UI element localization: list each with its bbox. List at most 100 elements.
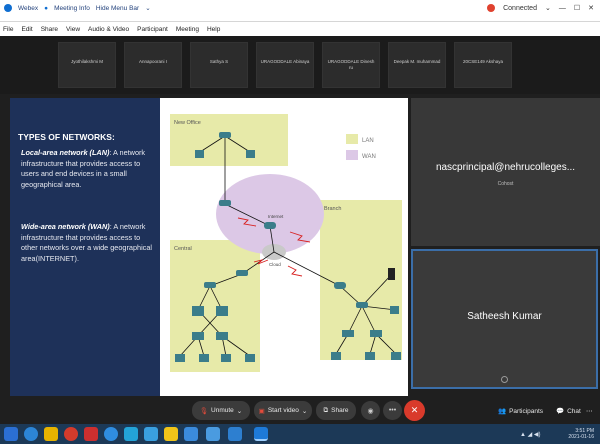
lan-term: Local-area network (LAN): [21, 148, 110, 157]
new-office-label: New Office: [174, 120, 201, 126]
presenter-role: Cohost: [497, 181, 514, 187]
start-video-label: Start video: [267, 407, 299, 414]
presenter-tile[interactable]: nascprincipal@nehrucolleges... Cohost: [411, 98, 600, 246]
participant-thumbnail[interactable]: 20CSE149 Akshaya: [454, 42, 512, 88]
chat-label: Chat: [567, 407, 581, 415]
app-icon[interactable]: [144, 427, 158, 441]
meeting-info-link[interactable]: Meeting Info: [54, 5, 90, 12]
webex-icon[interactable]: [254, 427, 268, 441]
app-icon[interactable]: [206, 427, 220, 441]
menu-item-participant[interactable]: Participant: [137, 26, 168, 33]
record-button[interactable]: ◉: [361, 401, 380, 420]
participant-strip: Jyothilakshmi M Annapoorani I Sathya S URAG…: [0, 36, 600, 94]
unmute-button[interactable]: 🎙 Unmute ⌄: [192, 401, 250, 420]
microphone-off-icon: 🎙: [199, 407, 209, 415]
legend-lan-label: LAN: [362, 138, 374, 144]
chrome-icon[interactable]: [64, 427, 78, 441]
maximize-icon[interactable]: ☐: [574, 4, 580, 12]
chevron-down-icon[interactable]: ⌄: [145, 4, 150, 12]
shared-content: TYPES OF NETWORKS: Local-area network (L…: [10, 98, 408, 396]
hide-menu-link[interactable]: Hide Menu Bar: [96, 5, 139, 12]
wan-term: Wide-area network (WAN): [21, 222, 110, 231]
app-icon[interactable]: [84, 427, 98, 441]
self-video-tile[interactable]: Satheesh Kumar: [411, 249, 598, 389]
chat-button[interactable]: 💬 Chat: [556, 407, 581, 416]
branch-label: Branch: [324, 206, 341, 212]
wan-definition: Wide-area network (WAN): A network infra…: [21, 222, 157, 264]
slide-heading: TYPES OF NETWORKS:: [18, 132, 115, 142]
central-label: Central: [174, 246, 192, 252]
participant-name: Sathya S: [209, 59, 229, 64]
close-icon[interactable]: ✕: [588, 4, 594, 12]
participants-button[interactable]: 👥 Participants: [498, 407, 544, 416]
menu-bar: File Edit Share View Audio & Video Participan…: [0, 22, 600, 36]
participant-thumbnail[interactable]: Jyothilakshmi M: [58, 42, 116, 88]
unmute-label: Unmute: [211, 407, 234, 414]
menu-item-file[interactable]: File: [3, 26, 13, 33]
share-screen-icon: ⧉: [323, 406, 329, 414]
participant-thumbnail[interactable]: URAGODDALE Abinaya: [256, 42, 314, 88]
participant-name: Deepak M. muhammad: [393, 59, 441, 64]
participant-thumbnail[interactable]: Deepak M. muhammad: [388, 42, 446, 88]
video-off-icon: [501, 376, 508, 383]
minimize-icon[interactable]: —: [559, 5, 566, 12]
record-icon: ◉: [367, 407, 374, 415]
legend-lan-swatch: [346, 134, 358, 144]
close-icon: ✕: [410, 405, 419, 415]
app-icon[interactable]: [104, 427, 118, 441]
slide-text-panel: TYPES OF NETWORKS: Local-area network (L…: [10, 98, 160, 396]
windows-taskbar: ▲ ◢ ◀) 3:51 PM 2021-01-16: [0, 424, 600, 444]
title-bar: Webex ● Meeting Info Hide Menu Bar ⌄ Con…: [0, 0, 600, 22]
share-button[interactable]: ⧉ Share: [316, 401, 356, 420]
video-off-icon: ▣: [258, 407, 265, 415]
leave-meeting-button[interactable]: ✕: [404, 400, 425, 421]
participant-name: URAGODDALE Abinaya: [260, 59, 310, 64]
legend-wan-label: WAN: [362, 154, 376, 160]
lan-definition: Local-area network (LAN): A network infr…: [21, 148, 157, 190]
app-icon[interactable]: [228, 427, 242, 441]
participant-name: URAGODDALE Dinesh ru: [327, 59, 375, 70]
network-diagram: LAN WAN New Office Branch Central Intern…: [170, 114, 402, 372]
app-title: Webex: [18, 4, 39, 12]
participant-name: 20CSE149 Akshaya: [462, 59, 504, 64]
chevron-down-icon[interactable]: ⌄: [237, 407, 242, 415]
start-video-button[interactable]: ▣ Start video ⌄: [254, 401, 312, 420]
folder-icon[interactable]: [164, 427, 178, 441]
participant-thumbnail[interactable]: URAGODDALE Dinesh ru: [322, 42, 380, 88]
connection-status-icon: [487, 4, 496, 12]
word-icon[interactable]: [184, 427, 198, 441]
participant-thumbnail[interactable]: Annapoorani I: [124, 42, 182, 88]
more-options-button[interactable]: •••: [383, 401, 402, 420]
more-icon: •••: [388, 407, 397, 414]
internet-label: Internet: [268, 214, 284, 219]
clock-date: 2021-01-16: [568, 434, 594, 440]
participants-label: Participants: [509, 407, 544, 415]
menu-item-meeting[interactable]: Meeting: [176, 26, 199, 33]
chevron-down-icon[interactable]: ⌄: [545, 4, 551, 12]
menu-item-help[interactable]: Help: [207, 26, 220, 33]
participant-name: Jyothilakshmi M: [70, 59, 103, 64]
menu-item-audio-video[interactable]: Audio & Video: [88, 26, 129, 33]
browser-icon[interactable]: [24, 427, 38, 441]
connection-status[interactable]: Connected: [503, 5, 537, 12]
participant-name: Annapoorani I: [138, 59, 168, 64]
app-icon[interactable]: [124, 427, 138, 441]
menu-item-share[interactable]: Share: [41, 26, 58, 33]
start-icon[interactable]: [4, 427, 18, 441]
meeting-controls: 🎙 Unmute ⌄ ▣ Start video ⌄ ⧉ Share ◉ •••…: [0, 396, 600, 424]
network-icon[interactable]: ▲ ◢ ◀): [520, 431, 541, 438]
self-name: Satheesh Kumar: [467, 311, 542, 322]
cloud-label: Cloud: [269, 262, 281, 267]
menu-item-view[interactable]: View: [66, 26, 80, 33]
file-explorer-icon[interactable]: [44, 427, 58, 441]
legend-wan-swatch: [346, 150, 358, 160]
webex-logo-icon: [4, 4, 12, 12]
chevron-down-icon[interactable]: ⌄: [302, 407, 307, 415]
menu-item-edit[interactable]: Edit: [21, 26, 32, 33]
info-icon[interactable]: ●: [44, 5, 48, 12]
share-label: Share: [331, 407, 349, 414]
system-clock[interactable]: 3:51 PM 2021-01-16: [568, 428, 594, 440]
more-icon[interactable]: ⋯: [586, 407, 593, 415]
participant-thumbnail[interactable]: Sathya S: [190, 42, 248, 88]
chat-icon: 💬: [556, 408, 565, 415]
